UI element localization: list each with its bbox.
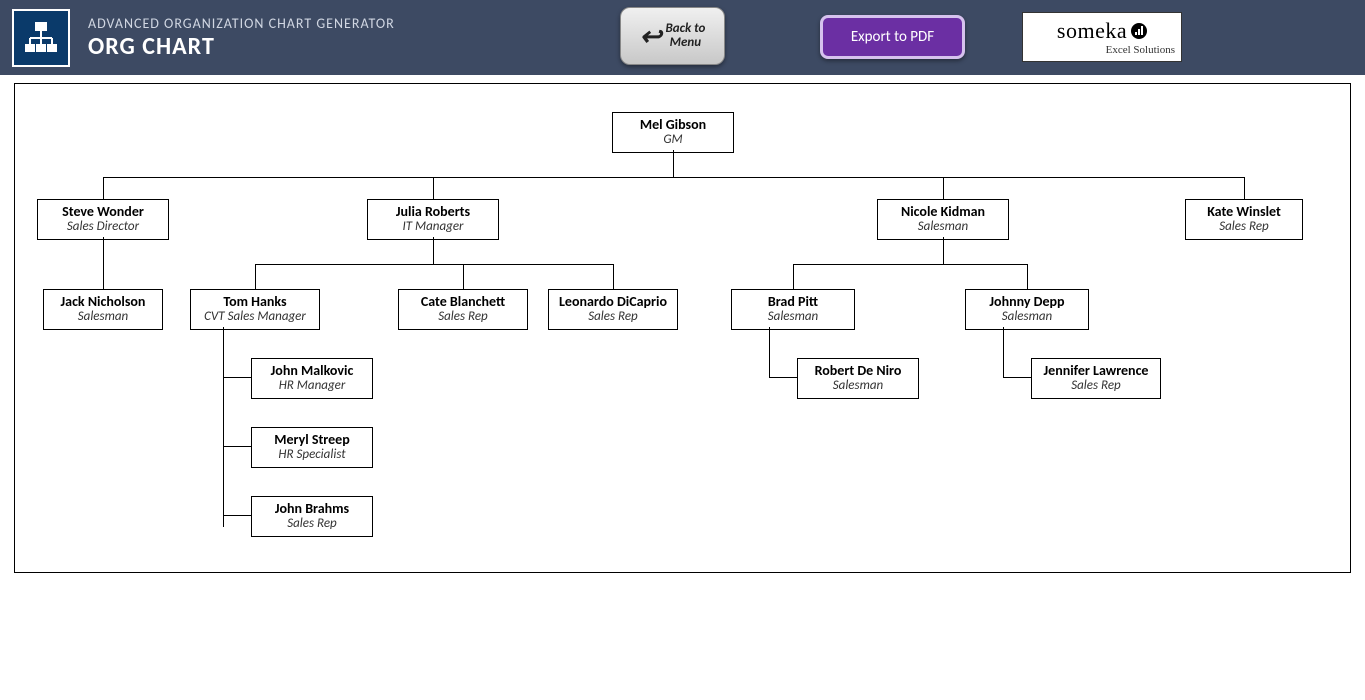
connector xyxy=(433,237,434,264)
node-name: Brad Pitt xyxy=(738,294,848,310)
node-gm[interactable]: Mel Gibson GM xyxy=(612,112,734,153)
back-button-label: Back toMenu xyxy=(665,22,705,51)
connector xyxy=(103,177,1245,178)
node-name: Kate Winslet xyxy=(1192,204,1296,220)
connector xyxy=(1003,327,1004,377)
node-role: Salesman xyxy=(884,220,1002,235)
connector xyxy=(223,377,251,378)
node-role: Sales Rep xyxy=(1038,379,1154,394)
connector xyxy=(1027,264,1028,289)
node-role: Sales Director xyxy=(44,220,162,235)
connector xyxy=(103,237,104,289)
back-arrow-icon: ↩ xyxy=(640,23,662,49)
node-name: John Brahms xyxy=(258,501,366,517)
node-role: Salesman xyxy=(50,310,156,325)
node-name: Mel Gibson xyxy=(619,117,727,133)
connector xyxy=(463,264,464,289)
vendor-name: someka xyxy=(1057,18,1127,44)
connector xyxy=(943,177,944,199)
node-role: CVT Sales Manager xyxy=(197,310,313,325)
connector xyxy=(1003,377,1031,378)
node-name: Nicole Kidman xyxy=(884,204,1002,220)
node-name: Julia Roberts xyxy=(374,204,492,220)
node-sales-director[interactable]: Steve Wonder Sales Director xyxy=(37,199,169,240)
node-role: HR Manager xyxy=(258,379,366,394)
connector xyxy=(255,264,613,265)
node-role: Sales Rep xyxy=(1192,220,1296,235)
node-sales-rep-ld[interactable]: Leonardo DiCaprio Sales Rep xyxy=(548,289,678,330)
vendor-tagline: Excel Solutions xyxy=(1106,44,1175,56)
node-role: Sales Rep xyxy=(555,310,671,325)
connector xyxy=(613,264,614,289)
node-name: Robert De Niro xyxy=(804,363,912,379)
node-name: Meryl Streep xyxy=(258,432,366,448)
node-name: Tom Hanks xyxy=(197,294,313,310)
connector xyxy=(103,177,104,199)
node-name: Leonardo DiCaprio xyxy=(555,294,671,310)
node-name: Cate Blanchett xyxy=(405,294,521,310)
node-role: Salesman xyxy=(972,310,1082,325)
node-salesman-bp[interactable]: Brad Pitt Salesman xyxy=(731,289,855,330)
org-chart-icon xyxy=(21,18,61,58)
node-cvt-sales-manager[interactable]: Tom Hanks CVT Sales Manager xyxy=(190,289,320,330)
node-salesman-nk[interactable]: Nicole Kidman Salesman xyxy=(877,199,1009,240)
app-subtitle: ADVANCED ORGANIZATION CHART GENERATOR xyxy=(88,15,395,32)
connector xyxy=(673,150,674,177)
title-block: ADVANCED ORGANIZATION CHART GENERATOR OR… xyxy=(88,15,395,61)
connector xyxy=(769,327,770,377)
node-name: Jack Nicholson xyxy=(50,294,156,310)
connector xyxy=(1244,177,1245,199)
node-role: Sales Rep xyxy=(258,517,366,532)
node-it-manager[interactable]: Julia Roberts IT Manager xyxy=(367,199,499,240)
node-hr-specialist[interactable]: Meryl Streep HR Specialist xyxy=(251,427,373,468)
node-name: Jennifer Lawrence xyxy=(1038,363,1154,379)
node-salesman-jn[interactable]: Jack Nicholson Salesman xyxy=(43,289,163,330)
app-title: ORG CHART xyxy=(88,32,395,61)
connector xyxy=(223,515,251,516)
node-sales-rep-cb[interactable]: Cate Blanchett Sales Rep xyxy=(398,289,528,330)
node-name: Steve Wonder xyxy=(44,204,162,220)
node-role: IT Manager xyxy=(374,220,492,235)
connector xyxy=(223,327,224,527)
node-hr-manager[interactable]: John Malkovic HR Manager xyxy=(251,358,373,399)
app-logo xyxy=(12,9,70,67)
connector xyxy=(433,177,434,199)
node-role: GM xyxy=(619,133,727,148)
node-role: Sales Rep xyxy=(405,310,521,325)
connector xyxy=(255,264,256,289)
node-salesman-rdn[interactable]: Robert De Niro Salesman xyxy=(797,358,919,399)
export-to-pdf-button[interactable]: Export to PDF xyxy=(820,15,965,59)
connector xyxy=(793,264,1027,265)
node-salesman-jd[interactable]: Johnny Depp Salesman xyxy=(965,289,1089,330)
node-name: John Malkovic xyxy=(258,363,366,379)
vendor-logo: someka Excel Solutions xyxy=(1022,12,1182,62)
vendor-mark-icon xyxy=(1131,23,1147,39)
connector xyxy=(223,446,251,447)
connector xyxy=(769,377,797,378)
export-button-label: Export to PDF xyxy=(851,28,934,46)
node-role: HR Specialist xyxy=(258,448,366,463)
node-role: Salesman xyxy=(738,310,848,325)
node-sales-rep-kw[interactable]: Kate Winslet Sales Rep xyxy=(1185,199,1303,240)
node-sales-rep-jl[interactable]: Jennifer Lawrence Sales Rep xyxy=(1031,358,1161,399)
node-sales-rep-jb[interactable]: John Brahms Sales Rep xyxy=(251,496,373,537)
back-to-menu-button[interactable]: ↩ Back toMenu xyxy=(620,7,725,65)
org-chart-canvas: Mel Gibson GM Steve Wonder Sales Directo… xyxy=(14,83,1351,573)
node-role: Salesman xyxy=(804,379,912,394)
connector xyxy=(943,237,944,264)
connector xyxy=(793,264,794,289)
node-name: Johnny Depp xyxy=(972,294,1082,310)
